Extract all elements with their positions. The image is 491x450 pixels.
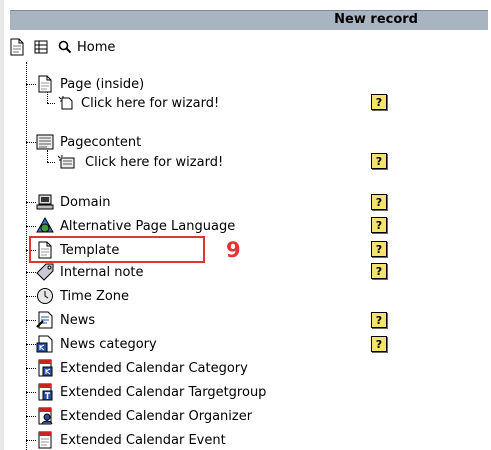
wizard-content-icon <box>57 153 75 171</box>
tree-branch <box>26 344 36 345</box>
help-icon[interactable]: ? <box>371 312 387 328</box>
note-icon <box>36 263 54 281</box>
calendar-targetgroup-icon <box>36 383 54 401</box>
root-label: Home <box>77 39 116 55</box>
news-icon <box>36 311 54 329</box>
tree-branch <box>47 103 55 104</box>
content-wizard-link[interactable]: Click here for wizard! <box>57 152 223 172</box>
page-root-icon <box>8 38 26 56</box>
item-label: Alternative Page Language <box>60 218 236 234</box>
tree-branch <box>26 202 36 203</box>
item-label: Pagecontent <box>60 134 142 150</box>
item-label: Extended Calendar Organizer <box>60 408 253 424</box>
tree-sub-connector <box>47 150 48 162</box>
new-record-header: New record <box>10 10 488 30</box>
new-alternative-page-language-item[interactable]: Alternative Page Language <box>36 216 235 236</box>
tree-branch <box>26 416 36 417</box>
help-icon[interactable]: ? <box>371 263 387 279</box>
new-pagecontent-item[interactable]: Pagecontent <box>36 132 141 152</box>
left-frame-border <box>0 0 4 450</box>
page-icon <box>36 75 54 93</box>
new-calendar-category-item[interactable]: Extended Calendar Category <box>36 358 248 378</box>
new-calendar-event-item[interactable]: Extended Calendar Event <box>36 430 226 450</box>
tree-branch <box>26 392 36 393</box>
tree-branch <box>26 142 36 143</box>
header-title: New record <box>334 12 418 27</box>
help-icon[interactable]: ? <box>371 153 387 169</box>
tree-branch <box>26 320 36 321</box>
calendar-category-icon <box>36 359 54 377</box>
language-icon <box>36 217 54 235</box>
wizard-page-icon <box>57 94 75 112</box>
item-label: Domain <box>60 194 111 210</box>
wizard-link-label: Click here for wizard! <box>85 154 224 170</box>
new-calendar-targetgroup-item[interactable]: Extended Calendar Targetgroup <box>36 382 266 402</box>
step-number-label: 9 <box>226 238 241 262</box>
item-label: Internal note <box>60 264 144 280</box>
help-icon[interactable]: ? <box>371 336 387 352</box>
item-label: News <box>60 312 96 328</box>
calendar-organizer-icon <box>36 407 54 425</box>
news-category-icon <box>36 335 54 353</box>
wizard-link-label: Click here for wizard! <box>81 95 220 111</box>
tree-branch <box>26 368 36 369</box>
new-domain-item[interactable]: Domain <box>36 192 110 212</box>
tree-branch <box>47 162 55 163</box>
tree-branch <box>26 84 36 85</box>
template-highlight-box <box>29 236 205 263</box>
new-time-zone-item[interactable]: Time Zone <box>36 286 129 306</box>
new-calendar-organizer-item[interactable]: Extended Calendar Organizer <box>36 406 252 426</box>
tree-branch <box>26 440 36 441</box>
help-icon[interactable]: ? <box>371 194 387 210</box>
new-page-inside-item[interactable]: Page (inside) <box>36 74 144 94</box>
tree-branch <box>26 226 36 227</box>
timezone-icon <box>36 287 54 305</box>
item-label: News category <box>60 336 157 352</box>
list-view-icon <box>32 38 50 56</box>
item-label: Extended Calendar Category <box>60 360 248 376</box>
tree-branch <box>26 296 36 297</box>
root-row[interactable]: Home <box>8 37 115 57</box>
content-element-icon <box>36 133 54 151</box>
new-news-item[interactable]: News <box>36 310 95 330</box>
tree-branch <box>26 272 36 273</box>
new-news-category-item[interactable]: News category <box>36 334 157 354</box>
help-icon[interactable]: ? <box>371 217 387 233</box>
help-icon[interactable]: ? <box>371 241 387 257</box>
domain-icon <box>36 193 54 211</box>
search-icon <box>56 38 74 56</box>
item-label: Extended Calendar Event <box>60 432 226 448</box>
tree-sub-connector <box>47 92 48 103</box>
item-label: Page (inside) <box>60 76 145 92</box>
new-internal-note-item[interactable]: Internal note <box>36 262 144 282</box>
calendar-event-icon <box>36 431 54 449</box>
help-icon[interactable]: ? <box>371 94 387 110</box>
item-label: Time Zone <box>60 288 130 304</box>
page-wizard-link[interactable]: Click here for wizard! <box>57 93 219 113</box>
item-label: Extended Calendar Targetgroup <box>60 384 267 400</box>
